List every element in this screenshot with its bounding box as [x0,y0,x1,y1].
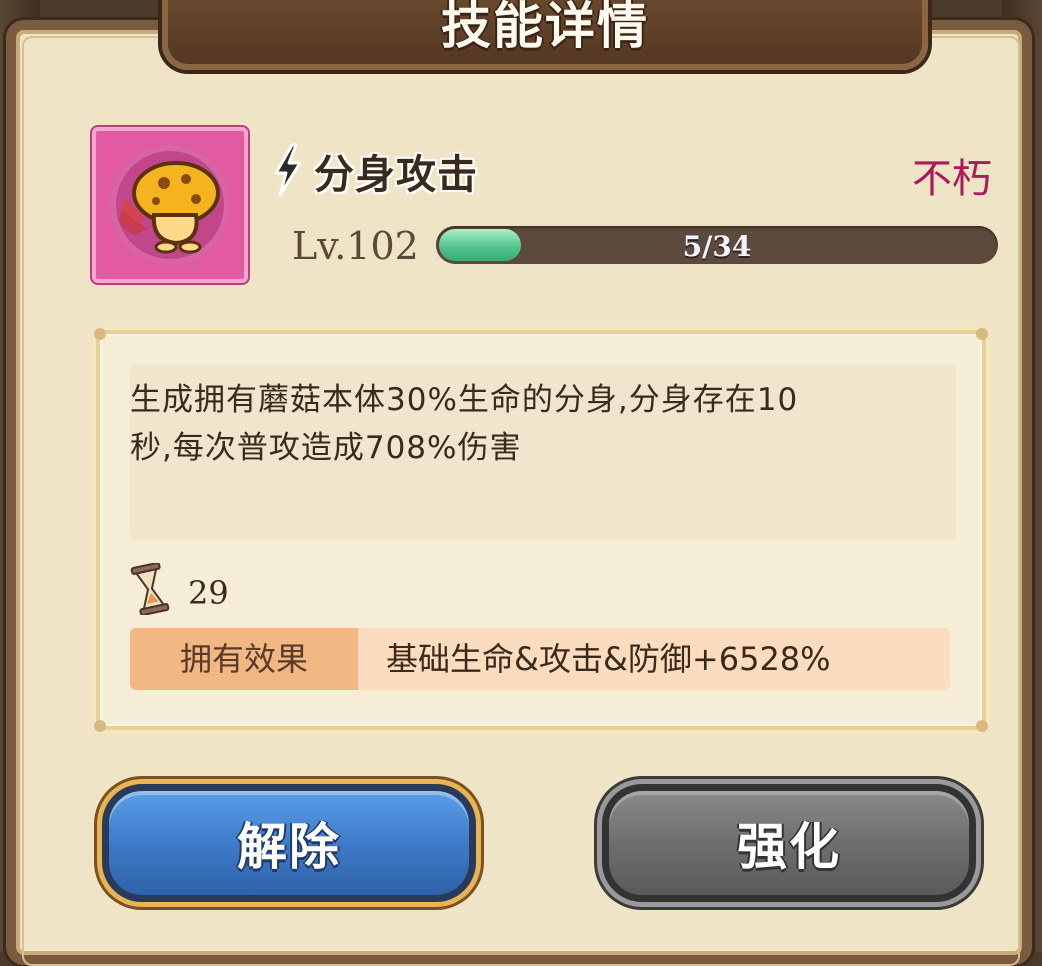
corner-stud [94,328,106,340]
skill-rarity: 不朽 [912,156,992,202]
skill-icon-frame [92,127,248,283]
corner-stud [976,720,988,732]
skill-description: 生成拥有蘑菇本体30%生命的分身,分身存在10 秒,每次普攻造成708%伤害 [130,376,956,472]
title-plate: 技能详情 [162,0,928,70]
level-progress-bar: 5/34 [436,226,998,264]
description-line: 生成拥有蘑菇本体30%生命的分身,分身存在10 [130,382,799,418]
cooldown-value: 29 [188,574,229,612]
lightning-bolt-icon [274,143,302,197]
page-title: 技能详情 [441,0,649,55]
hourglass-icon [130,563,170,615]
enhance-button-label: 强化 [737,818,841,876]
mushroom-icon [119,161,220,254]
skill-name: 分身攻击 [314,152,478,198]
release-button-label: 解除 [237,818,341,876]
release-button[interactable]: 解除 [102,784,476,902]
enhance-button[interactable]: 强化 [602,784,976,902]
corner-stud [94,720,106,732]
description-line: 秒,每次普攻造成708%伤害 [130,430,522,466]
owned-effect-label: 拥有效果 [130,628,358,690]
corner-stud [976,328,988,340]
owned-effect-row: 拥有效果 基础生命&攻击&防御+6528% [130,628,950,690]
level-progress-text: 5/34 [682,230,752,263]
skill-level: Lv.102 [292,224,419,268]
owned-effect-value: 基础生命&攻击&防御+6528% [386,640,831,678]
